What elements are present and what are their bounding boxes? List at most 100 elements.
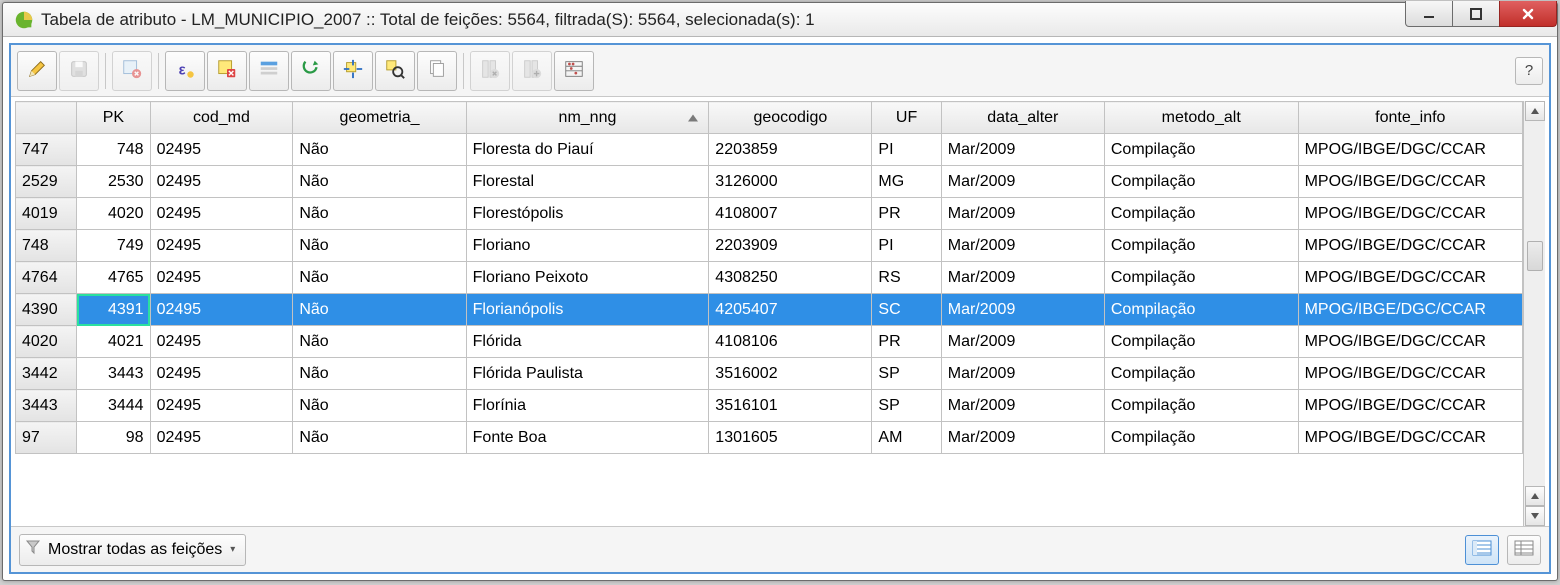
table-row[interactable]: 3443344402495NãoFlorínia3516101SPMar/200… [16, 390, 1523, 422]
nm-nng-cell[interactable]: Flórida Paulista [466, 358, 709, 390]
geocodigo-cell[interactable]: 4205407 [709, 294, 872, 326]
metodo-alt-cell[interactable]: Compilação [1104, 230, 1298, 262]
cod-md-cell[interactable]: 02495 [150, 230, 293, 262]
nm-nng-cell[interactable]: Florínia [466, 390, 709, 422]
col-cod-md[interactable]: cod_md [150, 102, 293, 134]
cod-md-cell[interactable]: 02495 [150, 294, 293, 326]
row-index-cell[interactable]: 97 [16, 422, 77, 454]
delete-selected-button[interactable] [112, 51, 152, 91]
geometria-cell[interactable]: Não [293, 198, 466, 230]
fonte-info-cell[interactable]: MPOG/IBGE/DGC/CCAR [1298, 134, 1522, 166]
uf-cell[interactable]: SC [872, 294, 941, 326]
uf-cell[interactable]: PI [872, 134, 941, 166]
data-alter-cell[interactable]: Mar/2009 [941, 134, 1104, 166]
new-field-button[interactable] [512, 51, 552, 91]
fonte-info-cell[interactable]: MPOG/IBGE/DGC/CCAR [1298, 326, 1522, 358]
geocodigo-cell[interactable]: 3126000 [709, 166, 872, 198]
pk-cell[interactable]: 2530 [77, 166, 150, 198]
filter-dropdown[interactable]: Mostrar todas as feições ▾ [19, 534, 246, 566]
minimize-button[interactable] [1405, 1, 1453, 27]
toggle-edit-button[interactable] [17, 51, 57, 91]
data-alter-cell[interactable]: Mar/2009 [941, 326, 1104, 358]
data-alter-cell[interactable]: Mar/2009 [941, 230, 1104, 262]
geocodigo-cell[interactable]: 3516101 [709, 390, 872, 422]
cod-md-cell[interactable]: 02495 [150, 166, 293, 198]
pk-cell[interactable]: 98 [77, 422, 150, 454]
row-index-cell[interactable]: 4390 [16, 294, 77, 326]
zoom-to-selected-button[interactable] [375, 51, 415, 91]
fonte-info-cell[interactable]: MPOG/IBGE/DGC/CCAR [1298, 230, 1522, 262]
table-row[interactable]: 4020402102495NãoFlórida4108106PRMar/2009… [16, 326, 1523, 358]
geometria-cell[interactable]: Não [293, 422, 466, 454]
geometria-cell[interactable]: Não [293, 326, 466, 358]
cod-md-cell[interactable]: 02495 [150, 198, 293, 230]
geometria-cell[interactable]: Não [293, 262, 466, 294]
geocodigo-cell[interactable]: 3516002 [709, 358, 872, 390]
save-edits-button[interactable] [59, 51, 99, 91]
table-view-button[interactable] [1465, 535, 1499, 565]
move-selection-to-top-button[interactable] [249, 51, 289, 91]
nm-nng-cell[interactable]: Florestal [466, 166, 709, 198]
help-button[interactable]: ? [1515, 57, 1543, 85]
data-alter-cell[interactable]: Mar/2009 [941, 166, 1104, 198]
geometria-cell[interactable]: Não [293, 358, 466, 390]
table-row[interactable]: 4390439102495NãoFlorianópolis4205407SCMa… [16, 294, 1523, 326]
maximize-button[interactable] [1452, 1, 1500, 27]
uf-cell[interactable]: PR [872, 326, 941, 358]
attribute-table[interactable]: PK cod_md geometria_ nm_nng geocodigo UF… [15, 101, 1523, 454]
nm-nng-cell[interactable]: Floriano [466, 230, 709, 262]
select-by-expression-button[interactable]: ε [165, 51, 205, 91]
data-alter-cell[interactable]: Mar/2009 [941, 294, 1104, 326]
data-alter-cell[interactable]: Mar/2009 [941, 262, 1104, 294]
data-alter-cell[interactable]: Mar/2009 [941, 198, 1104, 230]
data-alter-cell[interactable]: Mar/2009 [941, 390, 1104, 422]
row-index-cell[interactable]: 3443 [16, 390, 77, 422]
metodo-alt-cell[interactable]: Compilação [1104, 422, 1298, 454]
copy-rows-button[interactable] [417, 51, 457, 91]
row-index-cell[interactable]: 747 [16, 134, 77, 166]
scroll-track[interactable] [1527, 121, 1543, 486]
uf-cell[interactable]: PI [872, 230, 941, 262]
cod-md-cell[interactable]: 02495 [150, 390, 293, 422]
geometria-cell[interactable]: Não [293, 390, 466, 422]
metodo-alt-cell[interactable]: Compilação [1104, 390, 1298, 422]
field-calculator-button[interactable] [554, 51, 594, 91]
metodo-alt-cell[interactable]: Compilação [1104, 326, 1298, 358]
scroll-down-icon[interactable] [1525, 506, 1545, 526]
pk-cell[interactable]: 4021 [77, 326, 150, 358]
cod-md-cell[interactable]: 02495 [150, 134, 293, 166]
close-button[interactable] [1499, 1, 1557, 27]
col-geometria[interactable]: geometria_ [293, 102, 466, 134]
table-row[interactable]: 4019402002495NãoFlorestópolis4108007PRMa… [16, 198, 1523, 230]
table-row[interactable]: 979802495NãoFonte Boa1301605AMMar/2009Co… [16, 422, 1523, 454]
uf-cell[interactable]: SP [872, 390, 941, 422]
col-data-alter[interactable]: data_alter [941, 102, 1104, 134]
vertical-scrollbar[interactable] [1523, 101, 1545, 526]
geocodigo-cell[interactable]: 1301605 [709, 422, 872, 454]
invert-selection-button[interactable] [291, 51, 331, 91]
metodo-alt-cell[interactable]: Compilação [1104, 134, 1298, 166]
pk-cell[interactable]: 4391 [77, 294, 150, 326]
geocodigo-cell[interactable]: 4108106 [709, 326, 872, 358]
pk-cell[interactable]: 748 [77, 134, 150, 166]
geocodigo-cell[interactable]: 4108007 [709, 198, 872, 230]
table-row[interactable]: 3442344302495NãoFlórida Paulista3516002S… [16, 358, 1523, 390]
row-index-cell[interactable]: 4020 [16, 326, 77, 358]
data-alter-cell[interactable]: Mar/2009 [941, 422, 1104, 454]
scroll-lineup-icon[interactable] [1525, 486, 1545, 506]
form-view-button[interactable] [1507, 535, 1541, 565]
nm-nng-cell[interactable]: Florianópolis [466, 294, 709, 326]
fonte-info-cell[interactable]: MPOG/IBGE/DGC/CCAR [1298, 262, 1522, 294]
scroll-thumb[interactable] [1527, 241, 1543, 271]
fonte-info-cell[interactable]: MPOG/IBGE/DGC/CCAR [1298, 294, 1522, 326]
fonte-info-cell[interactable]: MPOG/IBGE/DGC/CCAR [1298, 358, 1522, 390]
metodo-alt-cell[interactable]: Compilação [1104, 198, 1298, 230]
uf-cell[interactable]: AM [872, 422, 941, 454]
delete-field-button[interactable] [470, 51, 510, 91]
fonte-info-cell[interactable]: MPOG/IBGE/DGC/CCAR [1298, 166, 1522, 198]
nm-nng-cell[interactable]: Floresta do Piauí [466, 134, 709, 166]
nm-nng-cell[interactable]: Fonte Boa [466, 422, 709, 454]
pan-to-selected-button[interactable] [333, 51, 373, 91]
geocodigo-cell[interactable]: 4308250 [709, 262, 872, 294]
metodo-alt-cell[interactable]: Compilação [1104, 294, 1298, 326]
